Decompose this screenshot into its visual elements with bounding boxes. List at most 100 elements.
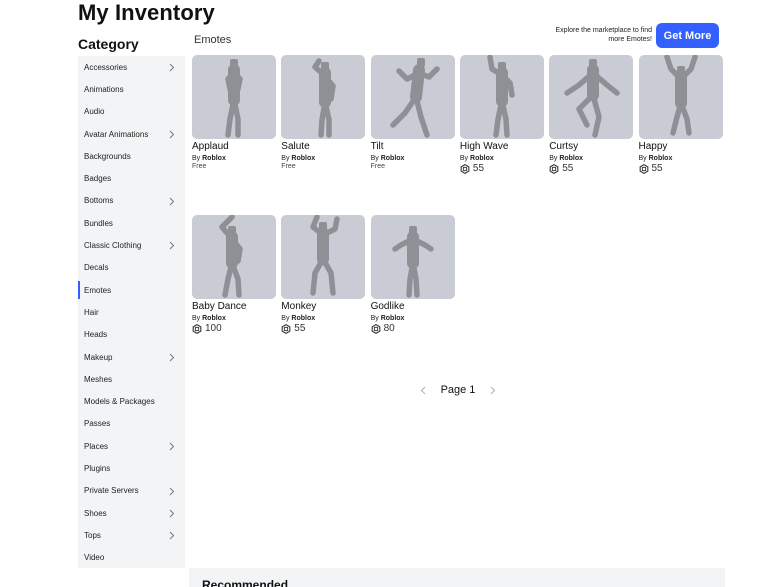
sidebar-item-backgrounds[interactable]: Backgrounds [78,145,185,167]
item-thumbnail[interactable] [281,55,366,139]
creator-link[interactable]: Roblox [649,155,673,162]
creator-link[interactable]: Roblox [202,155,226,162]
sidebar-item-label: Badges [84,174,112,184]
sidebar-item-private-servers[interactable]: Private Servers [78,480,185,502]
item-thumbnail[interactable] [370,55,455,139]
creator-link[interactable]: Roblox [381,315,405,322]
sidebar-item-heads[interactable]: Heads [78,324,185,346]
sidebar-item-emotes[interactable]: Emotes [78,279,185,301]
sidebar-item-avatar-animations[interactable]: Avatar Animations [78,123,185,145]
sidebar-item-plugins[interactable]: Plugins [78,457,185,479]
creator-link[interactable]: Roblox [291,315,315,322]
chevron-right-icon[interactable] [169,61,179,73]
item-card-salute[interactable]: Salute By Roblox Free [281,55,366,170]
price-value: 55 [562,163,574,174]
item-price: 55 [639,163,724,174]
sidebar-item-label: Heads [84,330,108,340]
emote-figure-icon [391,226,434,298]
sidebar-item-video[interactable]: Video [78,547,185,569]
item-thumbnail[interactable] [549,55,634,139]
item-name[interactable]: High Wave [460,141,545,152]
item-card-applaud[interactable]: Applaud By Roblox Free [192,55,277,170]
price-value: 55 [651,163,663,174]
sidebar-item-shoes[interactable]: Shoes [78,502,185,524]
chevron-right-icon[interactable] [169,485,179,497]
item-card-godlike[interactable]: Godlike By Roblox 80 [370,215,456,334]
emote-figure-icon [219,215,243,298]
item-name[interactable]: Monkey [281,301,366,312]
item-card-high-wave[interactable]: High Wave By Roblox 55 [459,55,545,174]
sidebar-item-models-and-packages[interactable]: Models & Packages [78,390,185,412]
chevron-right-icon[interactable] [169,351,179,363]
item-creator: By Roblox [371,315,456,322]
category-heading: Category [78,36,139,52]
sidebar-item-badges[interactable]: Badges [78,167,185,189]
sidebar-item-passes[interactable]: Passes [78,413,185,435]
sidebar-item-hair[interactable]: Hair [78,301,185,323]
creator-prefix: By [192,155,201,162]
creator-link[interactable]: Roblox [559,155,583,162]
item-name[interactable]: Tilt [371,141,456,152]
robux-icon [460,163,470,174]
price-value: 55 [472,163,485,174]
item-creator: By Roblox [549,155,634,162]
prev-page-button[interactable] [418,384,428,396]
creator-link[interactable]: Roblox [291,155,315,162]
sidebar-item-places[interactable]: Places [78,435,185,457]
creator-link[interactable]: Roblox [381,155,405,162]
item-card-curtsy[interactable]: Curtsy By Roblox 55 [549,55,634,174]
item-name[interactable]: Applaud [192,141,277,152]
item-thumbnail[interactable] [638,55,723,139]
sidebar-item-label: Shoes [84,508,107,518]
sidebar-item-bundles[interactable]: Bundles [78,212,185,234]
chevron-left-icon [420,386,426,394]
sidebar-item-label: Makeup [84,352,113,362]
item-card-monkey[interactable]: Monkey By Roblox 55 [281,215,366,334]
item-name[interactable]: Happy [639,141,724,152]
chevron-right-icon[interactable] [169,195,179,207]
item-card-tilt[interactable]: Tilt By Roblox Free [370,55,456,170]
sidebar-item-label: Passes [84,419,111,429]
creator-link[interactable]: Roblox [202,315,226,322]
item-thumbnail[interactable] [192,215,276,299]
sidebar-item-makeup[interactable]: Makeup [78,346,185,368]
sidebar-item-bottoms[interactable]: Bottoms [78,190,185,212]
sidebar-item-decals[interactable]: Decals [78,257,185,279]
item-thumbnail[interactable] [370,215,455,299]
chevron-right-icon[interactable] [169,529,179,541]
item-card-baby-dance[interactable]: Baby Dance By Roblox 100 [192,215,277,334]
sidebar-item-accessories[interactable]: Accessories [78,56,185,78]
item-creator: By Roblox [192,315,277,322]
chevron-right-icon[interactable] [169,440,179,452]
category-sidebar: Accessories Animations Audio Avatar Animati… [78,56,185,568]
item-name[interactable]: Godlike [371,301,456,312]
sidebar-item-meshes[interactable]: Meshes [78,368,185,390]
section-label: Emotes [194,34,232,46]
recommended-section: Recommended [189,568,725,587]
chevron-right-icon[interactable] [169,239,179,251]
item-thumbnail[interactable] [192,55,276,139]
sidebar-item-label: Backgrounds [84,151,131,161]
robux-icon [639,163,649,174]
sidebar-item-classic-clothing[interactable]: Classic Clothing [78,234,185,256]
sidebar-item-audio[interactable]: Audio [78,101,185,123]
sidebar-item-tops[interactable]: Tops [78,524,185,546]
item-creator: By Roblox [281,155,366,162]
sidebar-item-animations[interactable]: Animations [78,78,185,100]
item-name[interactable]: Curtsy [549,141,634,152]
item-card-happy[interactable]: Happy By Roblox 55 [638,55,724,174]
next-page-button[interactable] [488,384,498,396]
item-thumbnail[interactable] [281,215,366,299]
get-more-button[interactable]: Get More [656,23,719,48]
sidebar-item-label: Places [84,441,109,451]
emote-figure-icon [312,58,337,138]
sidebar-item-label: Models & Packages [84,397,155,407]
chevron-right-icon[interactable] [169,507,179,519]
price-value: Free [192,163,207,170]
item-creator: By Roblox [192,155,277,162]
creator-link[interactable]: Roblox [470,155,494,162]
item-name[interactable]: Salute [281,141,366,152]
item-thumbnail[interactable] [459,55,544,139]
chevron-right-icon[interactable] [169,128,179,140]
item-name[interactable]: Baby Dance [192,301,277,312]
